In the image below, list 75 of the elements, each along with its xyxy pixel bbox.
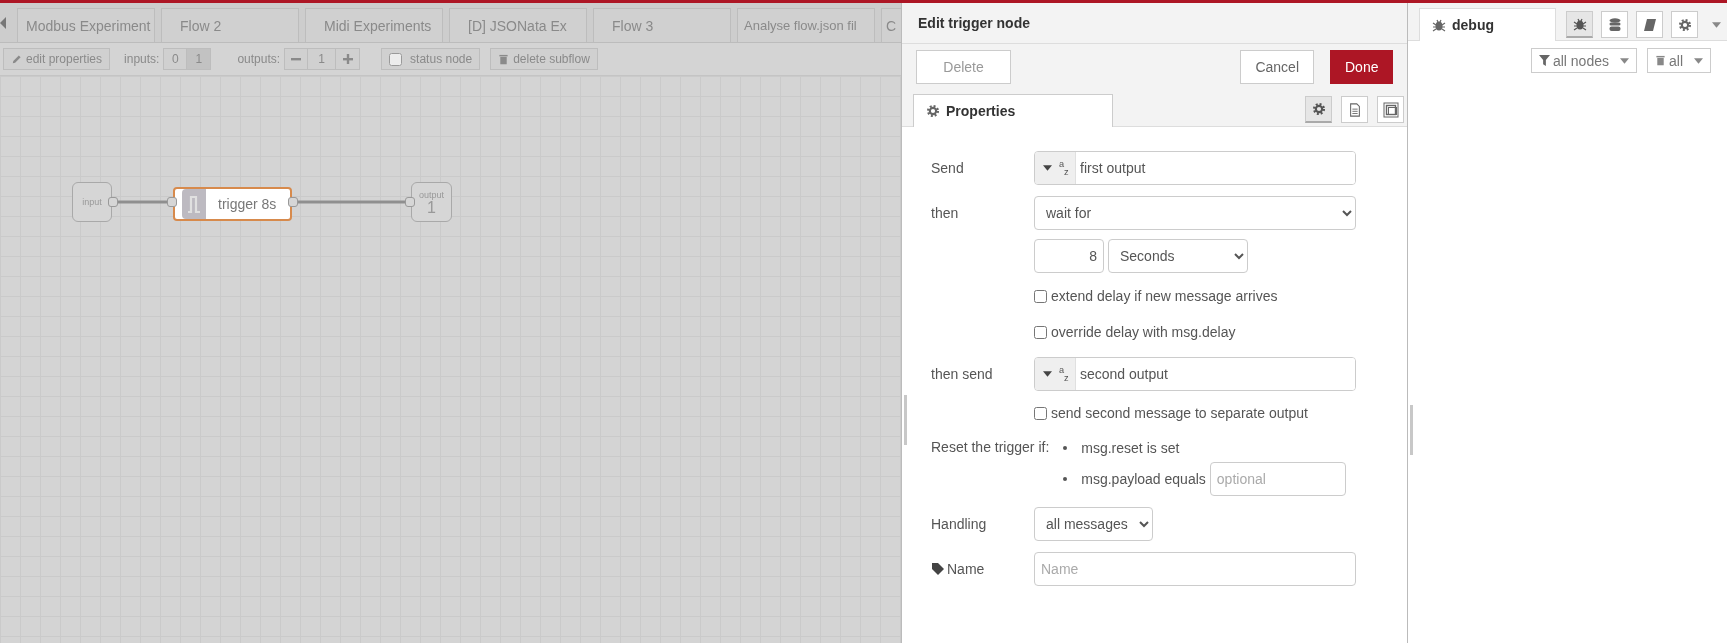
node-label: trigger 8s bbox=[218, 196, 277, 212]
node-port[interactable] bbox=[167, 197, 177, 207]
caret-icon bbox=[1043, 165, 1052, 171]
delete-button[interactable]: Delete bbox=[916, 50, 1011, 84]
database-icon bbox=[1607, 17, 1622, 32]
flow-node[interactable]: trigger 8s bbox=[173, 187, 292, 221]
debug-tab[interactable]: debug bbox=[1419, 8, 1556, 41]
payload-input-field[interactable]: optional bbox=[1209, 462, 1346, 496]
field-label: Send bbox=[931, 160, 965, 176]
outputs-label: outputs: bbox=[237, 52, 281, 66]
field-label: Name bbox=[947, 561, 985, 577]
status-node-label: status node bbox=[410, 52, 473, 66]
trash-icon bbox=[1655, 55, 1666, 66]
checkbox[interactable] bbox=[1034, 406, 1047, 420]
caret-icon bbox=[1694, 57, 1703, 64]
caret-icon bbox=[1712, 21, 1721, 28]
plus-icon bbox=[342, 54, 353, 64]
properties-tab[interactable]: Properties bbox=[913, 94, 1113, 127]
checkbox[interactable] bbox=[1034, 289, 1047, 303]
appearance-tab[interactable] bbox=[1377, 96, 1404, 123]
checkbox-label: extend delay if new message arrives bbox=[1051, 288, 1278, 304]
bullet-icon bbox=[1063, 477, 1068, 481]
bullet-icon bbox=[1063, 446, 1068, 450]
condition-label: msg.reset is set bbox=[1081, 440, 1180, 456]
filter-icon bbox=[1538, 55, 1550, 66]
inputs-label: inputs: bbox=[124, 52, 160, 66]
node-number: 1 bbox=[427, 200, 436, 216]
field-label: Reset the trigger if: bbox=[931, 438, 1050, 455]
resize-handle[interactable] bbox=[1410, 405, 1413, 455]
field-label: then bbox=[931, 205, 960, 221]
dropdown[interactable]: wait for bbox=[1034, 196, 1356, 230]
decrement-button[interactable] bbox=[284, 48, 309, 70]
checkbox-label: send second message to separate output bbox=[1051, 405, 1308, 421]
done-button[interactable]: Done bbox=[1330, 50, 1393, 84]
wire bbox=[117, 200, 168, 204]
settings-icon bbox=[1677, 17, 1692, 32]
trash-icon bbox=[498, 53, 510, 65]
cancel-button[interactable]: Cancel bbox=[1240, 50, 1314, 84]
caret-icon bbox=[1043, 371, 1052, 377]
square-wave-icon bbox=[187, 195, 201, 213]
node-port[interactable] bbox=[108, 197, 118, 207]
tag-icon bbox=[931, 562, 945, 576]
name-input-field[interactable]: Name bbox=[1034, 552, 1356, 586]
condition-label: msg.payload equals bbox=[1081, 471, 1206, 487]
dropdown[interactable]: all messages bbox=[1034, 507, 1153, 541]
checkbox[interactable] bbox=[1034, 325, 1047, 339]
number-input[interactable]: 8 bbox=[1034, 239, 1104, 273]
checkbox-label: override delay with msg.delay bbox=[1051, 324, 1236, 340]
settings-icon bbox=[926, 104, 940, 118]
frame-icon bbox=[1382, 101, 1399, 118]
unit-dropdown[interactable]: Seconds bbox=[1108, 239, 1248, 273]
resize-handle[interactable] bbox=[904, 395, 907, 445]
pencil-icon bbox=[11, 53, 22, 65]
clear-button[interactable]: all bbox=[1647, 48, 1711, 73]
filter-button[interactable]: all nodes bbox=[1530, 48, 1637, 73]
node-port[interactable] bbox=[288, 197, 298, 207]
tray-title: Edit trigger node bbox=[918, 15, 1030, 31]
caret-icon bbox=[1620, 57, 1629, 64]
description-tab[interactable] bbox=[1341, 96, 1368, 123]
increment-button[interactable] bbox=[336, 48, 361, 70]
bug-icon bbox=[1432, 18, 1446, 32]
node-port[interactable] bbox=[405, 197, 415, 207]
database-tab[interactable] bbox=[1601, 11, 1628, 38]
field-label: then send bbox=[931, 366, 994, 382]
book-tab[interactable] bbox=[1636, 11, 1663, 38]
bug-tab[interactable] bbox=[1566, 11, 1593, 38]
settings-tab[interactable] bbox=[1305, 96, 1332, 123]
settings-icon bbox=[1311, 102, 1326, 116]
document-icon bbox=[1347, 102, 1362, 117]
gear-tab[interactable] bbox=[1671, 11, 1698, 38]
outputs-count: 1 bbox=[308, 48, 337, 70]
bug-icon bbox=[1572, 17, 1587, 31]
field-label: Handling bbox=[931, 516, 988, 532]
status-node-checkbox[interactable] bbox=[389, 52, 403, 66]
scroll-left-icon[interactable] bbox=[0, 16, 6, 29]
